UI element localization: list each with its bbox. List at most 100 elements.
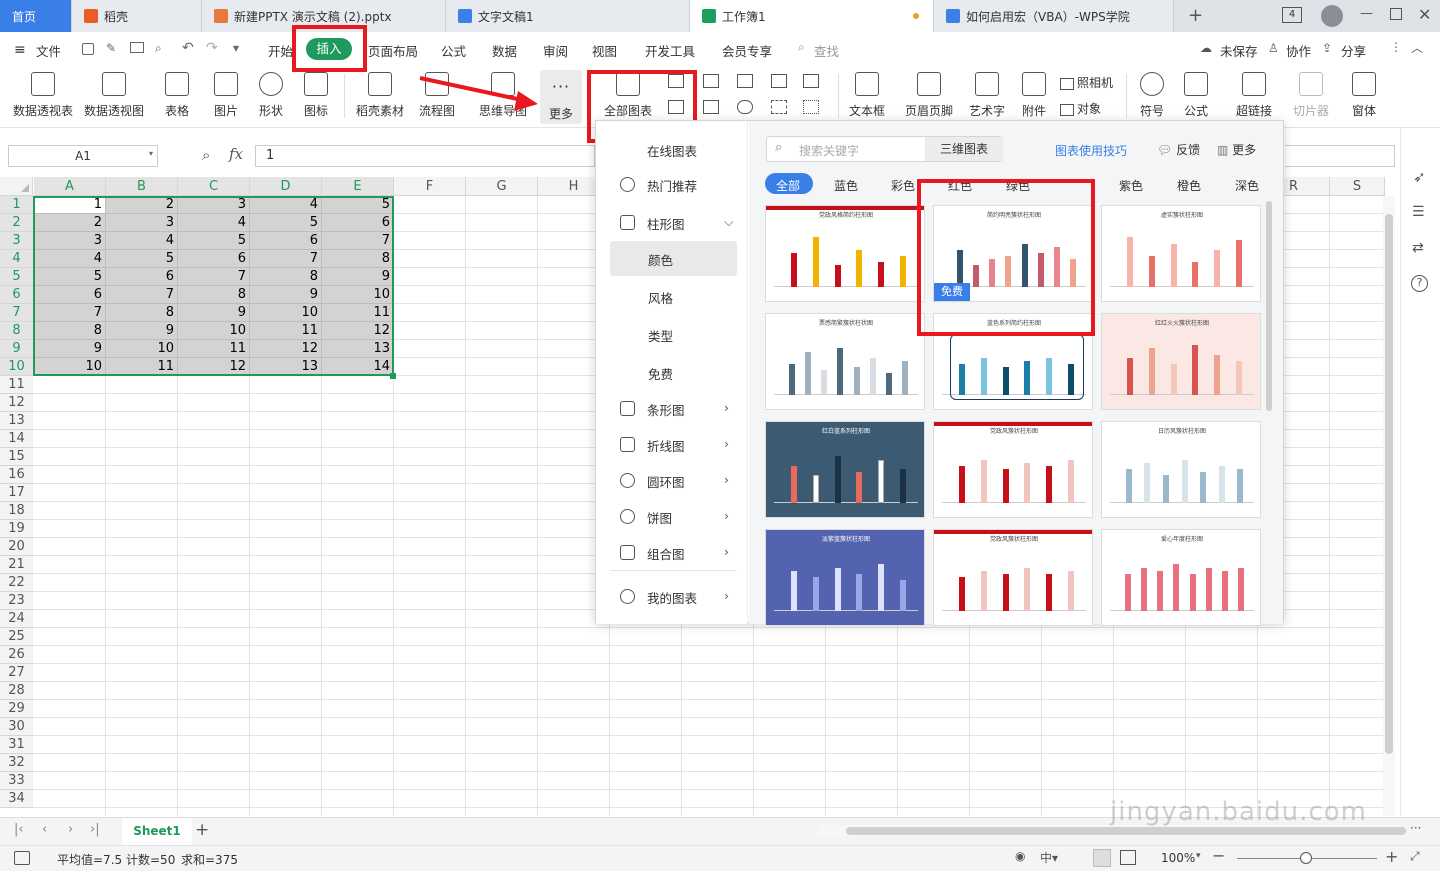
thumb-title: 红红火火簇状柱形图 [1154,320,1209,327]
chart-template-thumb[interactable]: 日历风簇状柱形图 [1101,421,1261,518]
thumb-bar [1140,568,1147,611]
thumb-bar [804,352,811,395]
thumb-bar [1205,568,1212,611]
sheet-more-icon[interactable]: ··· [1410,821,1421,835]
thumb-baseline [774,394,918,395]
chevron-right-icon: › [724,544,729,559]
zoom-in-icon[interactable]: + [1385,847,1398,866]
nav-sub-style[interactable]: 风格 [648,288,673,307]
thumb-bar [1189,574,1196,611]
chart-search-placeholder: 搜索关键字 [799,144,860,158]
thumb-bar [1024,568,1031,611]
thumb-bar [1192,345,1199,395]
thumb-bar [834,265,841,287]
thumb-bar [1173,564,1180,611]
chart-template-thumb[interactable]: 红白蓝系列柱形图 [765,421,925,518]
thumb-bar [1235,361,1242,395]
filter-multicolor[interactable]: 彩色 [891,177,915,194]
chart-template-thumb[interactable]: 淡紫蓝簇状柱形图 [765,529,925,626]
sheet-tab-sheet1[interactable]: Sheet1 [122,818,192,845]
thumb-bar [1046,574,1052,611]
column-chart-icon [620,215,635,230]
status-average: 平均值=7.5 [57,853,123,867]
arrow-head [514,91,538,111]
normal-view-icon[interactable] [1093,849,1111,867]
page-view-icon[interactable] [1120,850,1136,865]
thumb-bar [899,469,906,503]
gallery-scroll-thumb[interactable] [1266,201,1272,411]
thumb-bar [1170,244,1177,287]
thumb-bar [1067,571,1074,611]
chart-template-thumb[interactable]: 党政风簇状柱形图 [933,421,1093,518]
thumb-bar [791,466,798,503]
language-icon[interactable]: 中▾ [1040,849,1058,866]
thumb-bar [856,472,863,503]
chart-template-thumb[interactable]: 爱心年度柱形图 [1101,529,1261,626]
thumb-bar [1214,355,1220,395]
combo-chart-icon [620,545,635,560]
thumb-bar [813,577,819,611]
prev-sheet-icon[interactable]: ‹ [42,822,47,837]
feedback-button[interactable]: 💬︎ 反馈 [1157,141,1200,158]
thumb-bar [981,460,987,503]
thumb-bar [1046,466,1052,503]
last-sheet-icon[interactable]: ›| [90,822,100,837]
chart-tips-link[interactable]: 图表使用技巧 [1055,142,1127,159]
add-sheet-button[interactable]: + [195,820,209,840]
zoom-chevron-icon[interactable]: ▾ [1196,851,1201,861]
thumb-bar [834,568,841,611]
filter-all[interactable]: 全部 [776,177,800,194]
thumb-bar [1002,469,1009,503]
nav-sub-color[interactable]: 颜色 [648,250,673,269]
filter-blue[interactable]: 蓝色 [834,177,858,194]
zoom-level[interactable]: 100% [1161,851,1195,865]
macro-record-icon[interactable] [14,851,30,865]
chart-search-box[interactable]: ⌕ 搜索关键字 三维图表 [766,136,1003,162]
thumb-title: 票感简繁簇状柱状图 [818,320,873,327]
chart-template-thumb[interactable]: 票感简繁簇状柱状图 [765,313,925,410]
thumb-bar [981,571,987,611]
chart-category-nav: 在线图表 热门推荐 柱形图 ⌵ 颜色 风格 类型 免费 条形图 › 折线图 › 圆环图… [596,121,748,624]
more-charts-button[interactable]: ▥ 更多 [1217,141,1256,158]
nav-sub-type[interactable]: 类型 [648,326,673,345]
pie-chart-icon [620,509,635,524]
thumb-bar [1218,466,1225,503]
chart-template-thumb[interactable]: 红红火火簇状柱形图 [1101,313,1261,410]
filter-orange[interactable]: 橙色 [1177,177,1201,194]
chart-template-thumb[interactable]: 党政风格简约柱形图 [765,205,925,302]
nav-sub-free[interactable]: 免费 [648,364,673,383]
thumb-bar [1214,250,1220,287]
thumb-bar [959,577,966,611]
chart-template-thumb[interactable]: 党政风簇状柱形图 [933,529,1093,626]
thumb-bar [1149,348,1155,395]
zoom-out-icon[interactable]: − [1212,846,1225,865]
chart-template-thumb[interactable]: 虚实簇状柱形图 [1101,205,1261,302]
thumb-title: 日历风簇状柱形图 [1157,428,1206,435]
thumb-bar [1002,574,1009,611]
thumb-bar [1192,262,1199,287]
horizontal-scroll-thumb[interactable] [846,827,1406,835]
status-sum: 求和=375 [181,853,238,867]
first-sheet-icon[interactable]: |‹ [14,822,24,837]
eye-protect-icon[interactable]: ◉ [1015,849,1025,863]
thumb-frame [950,334,1084,400]
thumb-bar [821,370,828,395]
search-icon: ⌕ [775,140,783,155]
filter-purple[interactable]: 紫色 [1119,177,1143,194]
thumb-bar [1162,475,1169,503]
thumb-bar [834,456,841,503]
arrow-insert-to-more [419,76,523,102]
zoom-slider-knob[interactable] [1300,852,1312,864]
filter-dark[interactable]: 深色 [1235,177,1259,194]
thumb-bar [856,574,863,611]
thumb-bar [1222,571,1229,611]
fullscreen-icon[interactable]: ⤢ [1410,849,1420,864]
thumb-bar [853,367,860,395]
thumb-bar [869,358,876,395]
status-count: 计数=50 [126,853,176,867]
three-d-charts-button[interactable]: 三维图表 [925,137,1003,161]
thumb-bar [1024,463,1031,503]
next-sheet-icon[interactable]: › [68,822,73,837]
heart-icon [620,589,635,604]
thumb-title: 党政风簇状柱形图 [989,536,1038,543]
